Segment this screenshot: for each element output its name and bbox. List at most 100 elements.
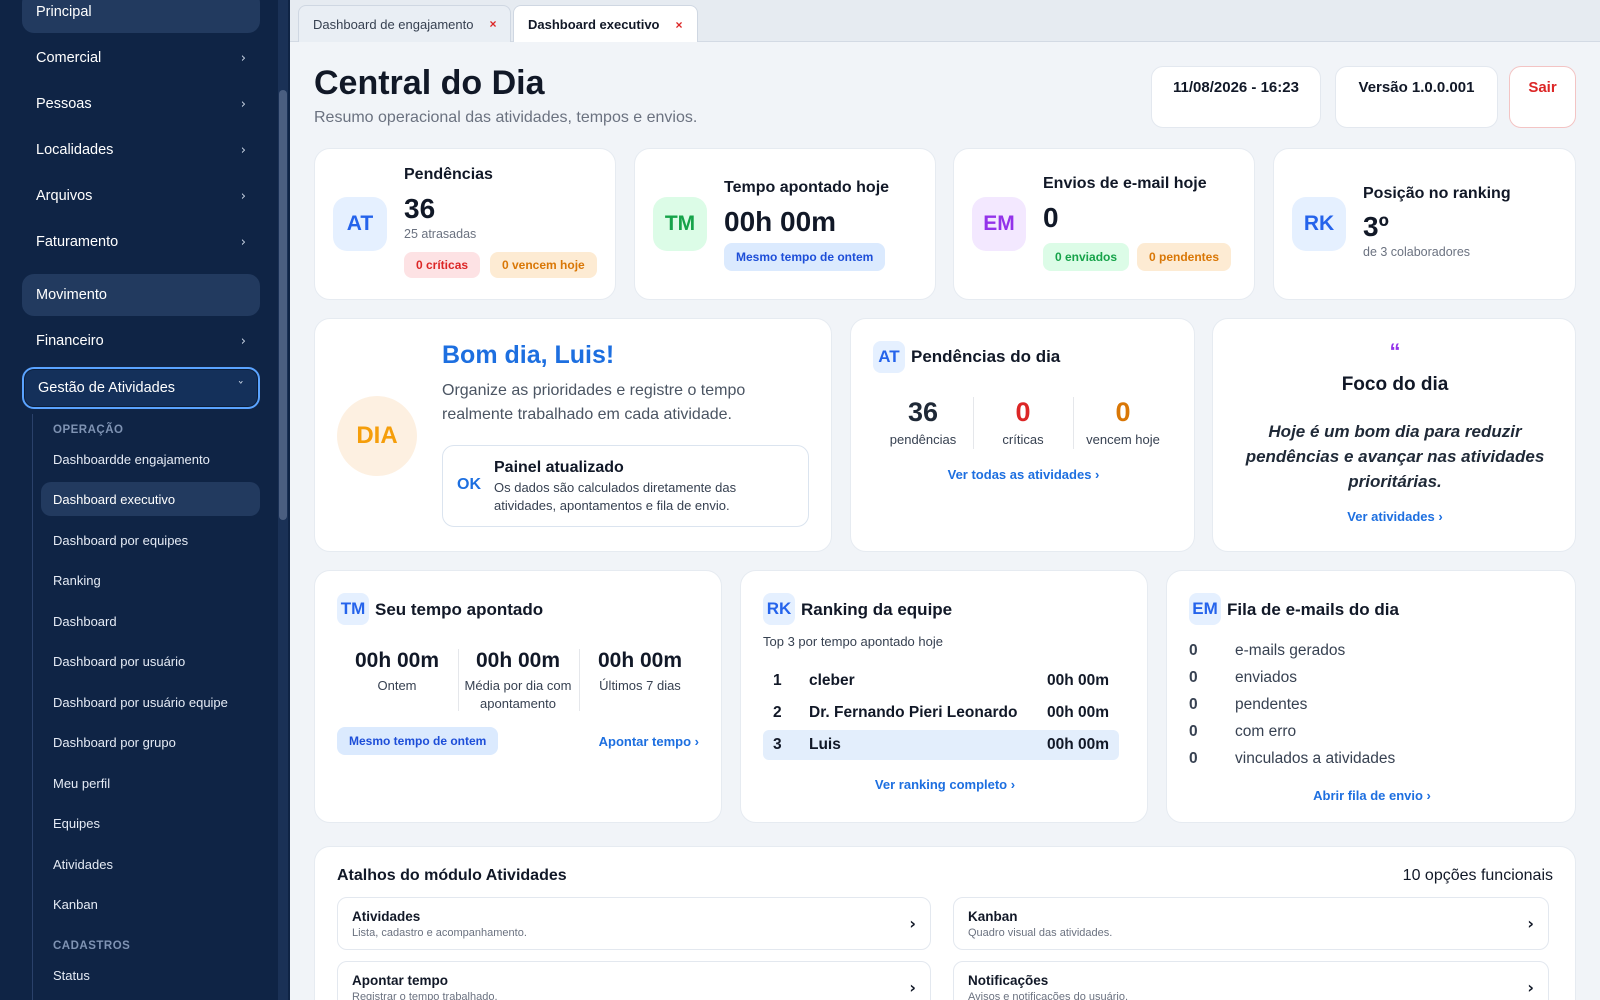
view-all-activities-link[interactable]: Ver todas as atividades ›: [851, 467, 1196, 482]
ranking-icon: RK: [763, 593, 795, 625]
ranking-icon: RK: [1292, 197, 1346, 251]
sidebar-item-comercial[interactable]: Comercial ›: [22, 37, 260, 79]
sidebar-item-gestao-atividades[interactable]: Gestão de Atividades ˇ: [22, 367, 260, 409]
tempo-apontado-card: TM Seu tempo apontado 00h 00m Ontem 00h …: [314, 570, 722, 823]
ranking-row[interactable]: 1 cleber 00h 00m: [763, 666, 1119, 696]
shortcut-title: Atividades: [352, 909, 421, 924]
sidebar-subitem-dashboard[interactable]: Dashboard: [41, 604, 260, 638]
sidebar-item-label: Principal: [36, 4, 92, 20]
open-send-queue-link[interactable]: Abrir fila de envio ›: [1167, 788, 1577, 803]
chevron-right-icon: ›: [1527, 914, 1534, 933]
sent-badge: 0 enviados: [1043, 243, 1130, 271]
section-title: Pendências do dia: [911, 347, 1061, 366]
kpi-value: 00h 00m: [724, 206, 837, 237]
stat-label: pendências: [889, 432, 957, 447]
time-icon: TM: [337, 593, 369, 625]
sidebar-subitem-status[interactable]: Status: [41, 958, 260, 992]
view-full-ranking-link[interactable]: Ver ranking completo ›: [741, 777, 1149, 792]
kpi-card-tempo[interactable]: TM Tempo apontado hoje 00h 00m Mesmo tem…: [634, 148, 936, 300]
close-icon[interactable]: ×: [489, 17, 496, 31]
email-stat-row: 0 enviados: [1189, 669, 1297, 687]
time-label: Média por dia com apontamento: [464, 678, 572, 711]
section-title: Seu tempo apontado: [375, 600, 544, 619]
rank-position: 1: [773, 672, 782, 689]
tab-label: Dashboard de engajamento: [313, 16, 474, 32]
day-avatar: DIA: [337, 396, 417, 476]
close-icon[interactable]: ×: [676, 18, 683, 32]
kpi-card-envios[interactable]: EM Envios de e-mail hoje 0 0 enviados 0 …: [953, 148, 1255, 300]
ranking-row-current-user[interactable]: 3 Luis 00h 00m: [763, 730, 1119, 760]
log-time-link[interactable]: Apontar tempo ›: [599, 734, 699, 749]
chevron-right-icon: ›: [240, 142, 246, 158]
sidebar-subitem-atividades[interactable]: Atividades: [41, 847, 260, 881]
page-subtitle: Resumo operacional das atividades, tempo…: [314, 109, 698, 126]
sidebar-item-pessoas[interactable]: Pessoas ›: [22, 83, 260, 125]
stat-label: críticas: [1002, 432, 1044, 447]
sidebar-subitem-dashboard-usuario[interactable]: Dashboard por usuário: [41, 644, 260, 678]
fila-emails-card: EM Fila de e-mails do dia 0 e-mails gerad…: [1166, 570, 1576, 823]
sidebar-item-principal[interactable]: Principal: [22, 0, 260, 33]
shortcut-desc: Lista, cadastro e acompanhamento.: [352, 927, 527, 939]
shortcut-kanban[interactable]: Kanban Quadro visual das atividades. ›: [953, 897, 1549, 950]
sidebar-item-label: Comercial: [36, 50, 102, 66]
sidebar-item-localidades[interactable]: Localidades ›: [22, 129, 260, 171]
stat-label: vencem hoje: [1086, 432, 1160, 447]
logout-button[interactable]: Sair: [1509, 66, 1576, 128]
tab-dashboard-executivo[interactable]: Dashboard executivo ×: [513, 5, 698, 43]
page-title: Central do Dia: [314, 64, 545, 102]
ranking-equipe-card: RK Ranking da equipe Top 3 por tempo apo…: [740, 570, 1148, 823]
ranking-row[interactable]: 2 Dr. Fernando Pieri Leonardo 00h 00m: [763, 698, 1119, 728]
sidebar-subitem-dashboard-engajamento[interactable]: Dashboardde engajamento: [41, 442, 260, 476]
shortcut-title: Notificações: [968, 973, 1049, 988]
sidebar-subitem-meu-perfil[interactable]: Meu perfil: [41, 766, 260, 800]
submenu-rail: [32, 414, 33, 1000]
rank-time: 00h 00m: [1046, 736, 1109, 753]
sidebar-item-movimento[interactable]: Movimento: [22, 274, 260, 316]
sidebar-subitem-dashboard-grupo[interactable]: Dashboard por grupo: [41, 725, 260, 759]
kpi-label: Envios de e-mail hoje: [1043, 175, 1207, 192]
rank-time: 00h 00m: [1046, 704, 1109, 721]
options-count: 10 opções funcionais: [1402, 867, 1553, 884]
sidebar-subitem-kanban[interactable]: Kanban: [41, 887, 260, 921]
tab-label: Dashboard executivo: [528, 17, 660, 32]
rank-position: 3: [773, 736, 782, 753]
sidebar-scrollbar-thumb[interactable]: [279, 90, 287, 520]
shortcut-desc: Avisos e notificações do usuário.: [968, 991, 1128, 1000]
comparison-badge: Mesmo tempo de ontem: [337, 727, 499, 755]
rank-position: 2: [773, 704, 782, 721]
shortcut-notificacoes[interactable]: Notificações Avisos e notificações do us…: [953, 961, 1549, 1000]
kpi-card-ranking[interactable]: RK Posição no ranking 3º de 3 colaborado…: [1273, 148, 1576, 300]
kpi-note: 25 atrasadas: [404, 227, 477, 241]
tab-dashboard-engajamento[interactable]: Dashboard de engajamento ×: [298, 5, 512, 42]
sidebar-item-faturamento[interactable]: Faturamento ›: [22, 221, 260, 263]
stat-pendencias: 36: [907, 397, 939, 427]
email-icon: EM: [972, 197, 1026, 251]
sidebar-subitem-dashboard-equipes[interactable]: Dashboard por equipes: [41, 523, 260, 557]
view-activities-link[interactable]: Ver atividades ›: [1213, 509, 1577, 524]
kpi-value: 3º: [1363, 211, 1389, 242]
sidebar-item-arquivos[interactable]: Arquivos ›: [22, 175, 260, 217]
sidebar-subitem-dashboard-usuario-equipe[interactable]: Dashboard por usuário equipe: [41, 685, 260, 719]
critical-badge: 0 críticas: [404, 252, 481, 278]
sidebar-item-financeiro[interactable]: Financeiro ›: [22, 320, 260, 362]
email-stat-row: 0 e-mails gerados: [1189, 642, 1345, 660]
time-label: Últimos 7 dias: [599, 678, 681, 693]
sidebar-subitem-dashboard-executivo[interactable]: Dashboard executivo: [41, 482, 260, 516]
datetime-display: 11/08/2026 - 16:23: [1151, 66, 1321, 128]
shortcut-apontar-tempo[interactable]: Apontar tempo Registrar o tempo trabalha…: [337, 961, 931, 1000]
kpi-label: Tempo apontado hoje: [724, 179, 890, 196]
email-label: vinculados a atividades: [1235, 750, 1396, 767]
email-count: 0: [1189, 669, 1198, 686]
tab-bar: Dashboard de engajamento × Dashboard exe…: [290, 0, 1600, 43]
comparison-badge: Mesmo tempo de ontem: [724, 243, 886, 271]
due-today-badge: 0 vencem hoje: [490, 252, 597, 278]
shortcut-atividades[interactable]: Atividades Lista, cadastro e acompanhame…: [337, 897, 931, 950]
section-title: Fila de e-mails do dia: [1227, 600, 1399, 619]
kpi-card-pendencias[interactable]: AT Pendências 36 25 atrasadas 0 críticas…: [314, 148, 616, 300]
sidebar-item-label: Gestão de Atividades: [38, 380, 176, 396]
sidebar-subitem-ranking[interactable]: Ranking: [41, 563, 260, 597]
section-title: Ranking da equipe: [801, 600, 953, 619]
stat-vencem-hoje: 0: [1115, 397, 1131, 427]
chevron-right-icon: ›: [240, 234, 246, 250]
sidebar-subitem-equipes[interactable]: Equipes: [41, 806, 260, 840]
